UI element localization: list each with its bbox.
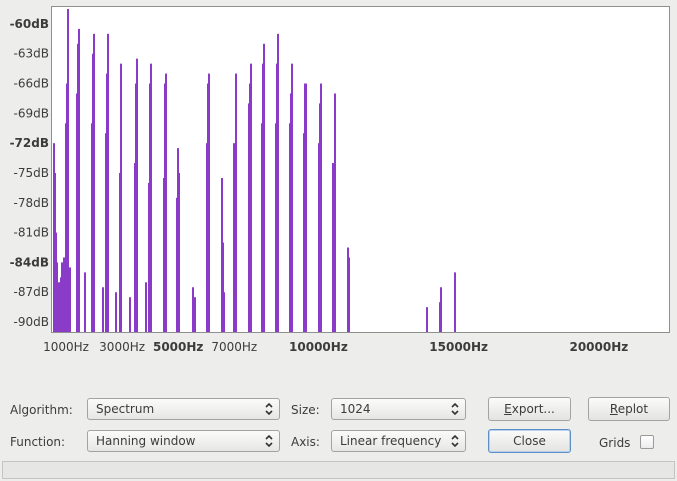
axis-label: Axis:: [291, 435, 320, 449]
y-tick-label: -84dB: [10, 255, 49, 269]
y-tick-label: -75dB: [14, 166, 49, 180]
spectrum-peak-bar: [56, 262, 58, 332]
spectrum-peak-bar: [93, 33, 95, 332]
size-select-value: 1024: [340, 402, 371, 416]
spectrum-peak-bar: [78, 28, 80, 332]
up-down-arrows-icon: [451, 434, 459, 448]
size-label: Size:: [291, 403, 320, 417]
y-tick-label: -69dB: [14, 106, 49, 120]
spectrum-peak-bar: [277, 33, 279, 332]
close-button[interactable]: Close: [488, 429, 571, 453]
x-tick-label: 1000Hz: [43, 340, 89, 354]
spectrum-peak-bar: [102, 287, 104, 332]
algorithm-select-value: Spectrum: [96, 402, 155, 416]
x-tick-label: 10000Hz: [289, 340, 348, 354]
spectrum-peak-bar: [332, 163, 334, 332]
spectrum-peak-bar: [320, 83, 322, 332]
y-tick-label: -81dB: [14, 226, 49, 240]
axis-select[interactable]: Linear frequency: [331, 430, 466, 452]
spectrum-peak-bar: [235, 73, 237, 333]
y-tick-label: -72dB: [10, 136, 49, 150]
replot-mnemonic: R: [609, 402, 618, 416]
y-tick-label: -66dB: [14, 77, 49, 91]
function-select-value: Hanning window: [96, 434, 196, 448]
spectrum-peak-bar: [165, 73, 167, 333]
spectrum-peak-bar: [208, 73, 210, 333]
spectrum-peak-bar: [59, 292, 61, 332]
spectrum-peak-bar: [129, 297, 131, 332]
spectrum-peak-bar: [194, 297, 196, 332]
spectrum-peak-bar: [305, 83, 307, 332]
export-button[interactable]: Export...: [488, 397, 571, 421]
spectrum-peak-bar: [440, 287, 442, 332]
up-down-arrows-icon: [265, 434, 273, 448]
spectrum-peak-bar: [291, 63, 293, 333]
y-tick-label: -63dB: [14, 47, 49, 61]
spectrum-chart: -60dB -63dB -66dB -69dB -72dB -75dB -78dB -81dB…: [10, 8, 628, 354]
grids-label: Grids: [599, 436, 631, 450]
spectrum-peak-bar: [145, 282, 147, 332]
spectrum-peak-bar: [115, 292, 117, 332]
function-label: Function:: [10, 435, 66, 449]
spectrum-peak-bar: [426, 307, 428, 332]
export-label-rest: xport...: [511, 402, 555, 416]
x-tick-label: 5000Hz: [153, 340, 203, 354]
status-bar: [2, 461, 675, 479]
export-mnemonic: E: [504, 402, 512, 416]
spectrum-peak-bar: [178, 172, 180, 332]
spectrum-peak-bar: [69, 267, 71, 332]
spectrum-peak-bar: [136, 58, 138, 333]
x-tick-label: 15000Hz: [429, 340, 488, 354]
y-tick-label: -87dB: [14, 285, 49, 299]
algorithm-select[interactable]: Spectrum: [87, 398, 280, 420]
axis-select-value: Linear frequency: [340, 434, 442, 448]
spectrum-peak-bar: [223, 292, 225, 332]
algorithm-label: Algorithm:: [10, 403, 73, 417]
spectrum-peak-bar: [150, 63, 152, 333]
up-down-arrows-icon: [265, 402, 273, 416]
replot-button[interactable]: Replot: [588, 397, 670, 421]
x-tick-label: 3000Hz: [99, 340, 145, 354]
spectrum-peak-bar: [348, 257, 350, 332]
x-tick-label: 20000Hz: [569, 340, 628, 354]
spectrum-peak-bar: [107, 33, 109, 332]
up-down-arrows-icon: [451, 402, 459, 416]
y-tick-label: -90dB: [14, 315, 49, 329]
grids-checkbox[interactable]: [640, 435, 654, 449]
y-tick-label: -78dB: [14, 196, 49, 210]
spectrum-peak-bar: [233, 143, 235, 332]
replot-label-rest: eplot: [617, 402, 649, 416]
spectrum-peak-bar: [263, 43, 265, 332]
size-select[interactable]: 1024: [331, 398, 466, 420]
spectrum-peak-bar: [61, 262, 63, 332]
spectrum-peak-bar: [250, 63, 252, 333]
spectrum-peak-bar: [454, 272, 456, 332]
spectrum-peak-bar: [120, 63, 122, 333]
spectrum-peak-bar: [192, 287, 194, 332]
spectrum-peak-bar: [334, 93, 336, 332]
x-tick-label: 7000Hz: [211, 340, 257, 354]
y-tick-label: -60dB: [10, 17, 49, 31]
spectrum-peak-bar: [84, 272, 86, 332]
function-select[interactable]: Hanning window: [87, 430, 280, 452]
spectrum-peak-bar: [63, 257, 65, 332]
